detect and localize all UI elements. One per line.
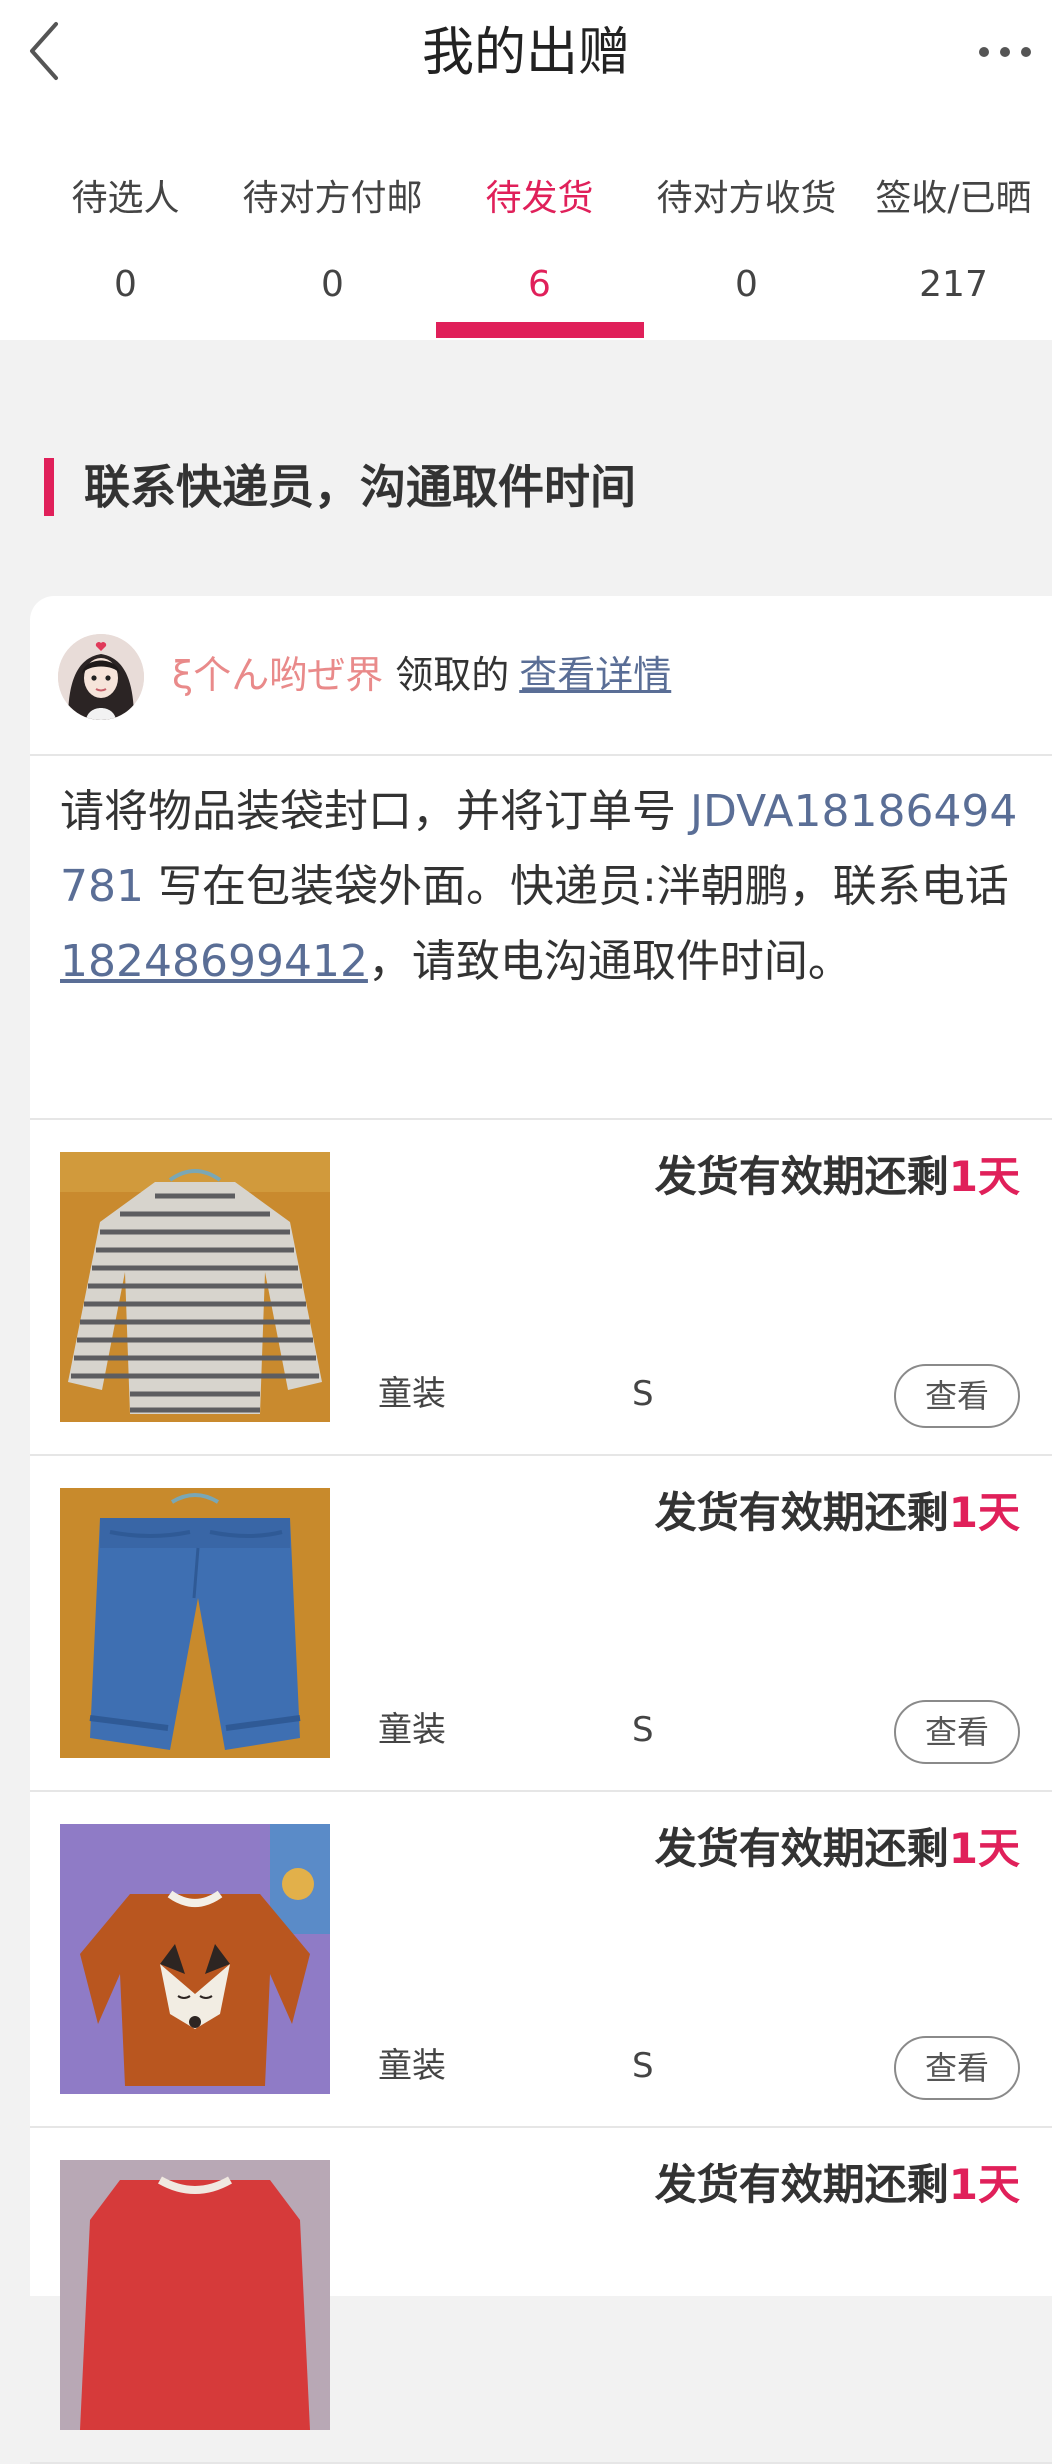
tab-count: 0 [735,264,758,305]
list-item[interactable]: 发货有效期还剩1天 童装 S 查看 [30,1792,1052,2128]
tab-count: 217 [919,264,988,305]
list-item[interactable]: 发货有效期还剩1天 童装 S 查看 [30,1120,1052,1456]
order-card: ξ个ん哟ぜ界 领取的 查看详情 请将物品装袋封口，并将订单号 JDVA1818649… [30,596,1052,2464]
view-button[interactable]: 查看 [894,2036,1020,2100]
instructions-text: 请将物品装袋封口，并将订单号 JDVA18186494781 写在包装袋外面。快… [60,774,1026,999]
donor-line: ξ个ん哟ぜ界 领取的 查看详情 [172,646,671,704]
item-size: S [632,2046,654,2086]
section-accent-bar [44,458,54,516]
deadline-label: 发货有效期还剩 [654,2160,949,2209]
item-size: S [632,1374,654,1414]
blue-pants-photo[interactable] [60,1488,330,1758]
shipping-deadline: 发货有效期还剩1天 [655,2154,1020,2216]
instructions-outro: ，请致电沟通取件时间。 [367,936,852,987]
deadline-value: 1天 [948,1488,1020,1537]
deadline-label: 发货有效期还剩 [654,1824,949,1873]
list-item[interactable]: 发货有效期还剩1天 童装 S 查看 [30,1456,1052,1792]
item-category: 童装 [378,2046,446,2086]
deadline-label: 发货有效期还剩 [654,1488,949,1537]
tab-count: 0 [321,264,344,305]
deadline-label: 发货有效期还剩 [654,1152,949,1201]
tab-label: 待对方收货 [656,178,837,219]
status-tabs: 待选人 0 待对方付邮 0 待发货 6 待对方收货 0 签收/已晒 217 [0,170,1052,340]
tab-count: 0 [114,264,137,305]
page-title: 我的出赠 [421,23,630,83]
shipping-deadline: 发货有效期还剩1天 [655,1482,1020,1544]
received-label: 领取的 [395,653,510,697]
courier-phone-link[interactable]: 18248699412 [60,936,368,987]
tab-count: 6 [528,264,551,305]
tab-pending-receipt[interactable]: 待对方收货 0 [643,170,850,340]
tab-pending-postage[interactable]: 待对方付邮 0 [229,170,436,340]
more-dots-icon[interactable] [978,40,1032,64]
instructions-courier: 写在包装袋外面。快递员:泮朝鹏，联系电话 [143,861,1009,912]
tab-received-shared[interactable]: 签收/已晒 217 [850,170,1052,340]
deadline-value: 1天 [948,2160,1020,2209]
view-button[interactable]: 查看 [894,1700,1020,1764]
donor-row: ξ个ん哟ぜ界 领取的 查看详情 [30,596,1052,756]
donor-name[interactable]: ξ个ん哟ぜ界 [172,653,383,697]
red-top-photo[interactable] [60,2160,330,2430]
item-category: 童装 [378,1374,446,1414]
fox-sweater-photo[interactable] [60,1824,330,2094]
striped-sweater-photo[interactable] [60,1152,330,1422]
tab-pending-selection[interactable]: 待选人 0 [22,170,229,340]
tab-pending-shipment[interactable]: 待发货 6 [436,170,643,340]
shipping-instructions: 请将物品装袋封口，并将订单号 JDVA18186494781 写在包装袋外面。快… [30,754,1052,1120]
tab-label: 待对方付邮 [242,178,423,219]
avatar[interactable] [58,634,144,720]
view-button[interactable]: 查看 [894,1364,1020,1428]
instructions-intro: 请将物品装袋封口，并将订单号 [60,786,690,837]
tab-label: 待选人 [71,178,180,219]
section-heading-text: 联系快递员，沟通取件时间 [84,460,636,514]
active-tab-indicator [436,322,644,338]
shipping-deadline: 发货有效期还剩1天 [655,1818,1020,1880]
list-item[interactable]: 发货有效期还剩1天 [30,2128,1052,2464]
tab-label: 待发货 [485,178,594,219]
app-header: 我的出赠 待选人 0 待对方付邮 0 待发货 6 待对方收货 0 签收/已晒 2… [0,0,1052,340]
item-size: S [632,1710,654,1750]
shipping-deadline: 发货有效期还剩1天 [655,1146,1020,1208]
view-details-link[interactable]: 查看详情 [519,653,671,697]
tab-label: 签收/已晒 [875,178,1032,219]
item-category: 童装 [378,1710,446,1750]
deadline-value: 1天 [948,1824,1020,1873]
deadline-value: 1天 [948,1152,1020,1201]
